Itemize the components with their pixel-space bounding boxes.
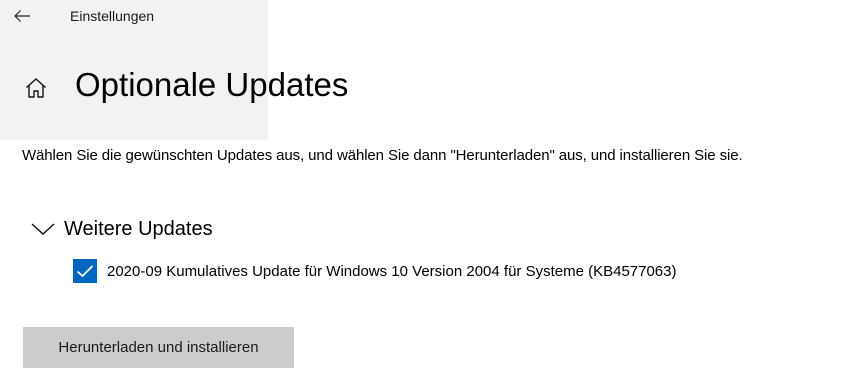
update-label: 2020-09 Kumulatives Update für Windows 1… xyxy=(107,262,677,280)
home-icon xyxy=(26,78,46,98)
page-description: Wählen Sie die gewünschten Updates aus, … xyxy=(22,147,743,164)
update-list-item: 2020-09 Kumulatives Update für Windows 1… xyxy=(73,257,677,285)
back-arrow-icon xyxy=(14,10,30,22)
app-title: Einstellungen xyxy=(70,8,155,24)
back-button[interactable] xyxy=(6,2,38,30)
page-title: Optionale Updates xyxy=(75,66,349,103)
home-button[interactable] xyxy=(22,74,50,102)
download-install-button[interactable]: Herunterladen und installieren xyxy=(23,327,294,368)
checkmark-icon xyxy=(76,265,94,278)
section-title: Weitere Updates xyxy=(64,217,213,240)
update-checkbox[interactable] xyxy=(73,259,97,283)
chevron-down-icon xyxy=(31,223,55,235)
section-toggle-weitere-updates[interactable]: Weitere Updates xyxy=(30,212,213,246)
